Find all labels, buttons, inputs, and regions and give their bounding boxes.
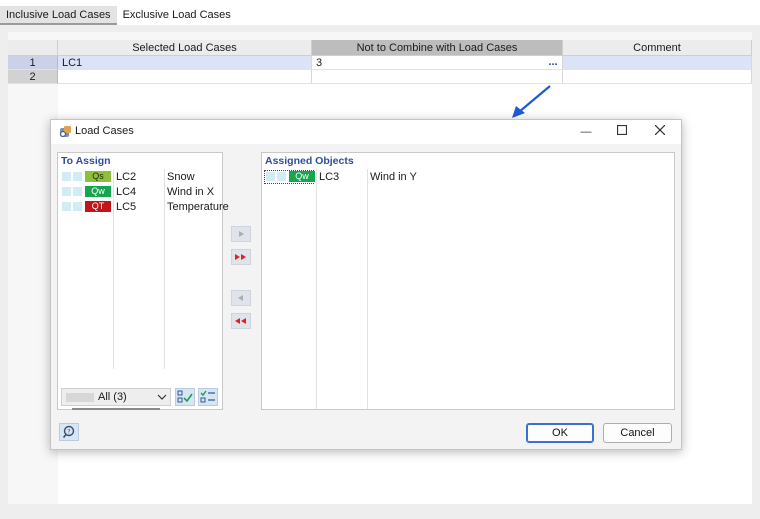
load-cases-dialog: Load Cases — To Assign Qs LC2 Snow Qw LC…	[50, 119, 682, 450]
tab-inclusive-load-cases[interactable]: Inclusive Load Cases	[0, 6, 117, 25]
list-item[interactable]: Qw LC4 Wind in X	[58, 185, 222, 199]
double-arrow-left-icon	[235, 318, 246, 324]
column-comment[interactable]: Comment	[563, 40, 752, 56]
filter-swatch	[66, 393, 94, 402]
assigned-objects-title: Assigned Objects	[265, 155, 354, 167]
cancel-button[interactable]: Cancel	[603, 423, 672, 443]
remove-selected-button[interactable]	[231, 290, 251, 306]
select-toggle-button[interactable]	[198, 388, 218, 406]
ellipsis-button[interactable]: ...	[546, 57, 560, 69]
column-not-to-combine[interactable]: Not to Combine with Load Cases	[312, 40, 563, 56]
minimize-icon[interactable]: —	[577, 123, 595, 141]
load-case-name: Wind in X	[167, 186, 215, 198]
load-type-badge: Qw	[85, 186, 111, 197]
load-case-name: Wind in Y	[370, 171, 417, 183]
to-assign-panel: To Assign Qs LC2 Snow Qw LC4 Wind in X Q…	[57, 152, 229, 410]
load-type-badge: Qs	[85, 171, 111, 182]
load-case-code: LC5	[116, 201, 137, 213]
column-divider	[164, 169, 165, 369]
column-divider	[113, 169, 114, 369]
column-divider	[316, 169, 317, 409]
color-swatch	[73, 202, 82, 211]
cell-not-to-combine[interactable]: 3 ...	[312, 56, 563, 70]
chevron-down-icon	[157, 394, 167, 400]
cell-not-to-combine-value: 3	[316, 57, 323, 69]
load-case-name: Snow	[167, 171, 195, 183]
color-swatch	[62, 187, 71, 196]
load-cases-app-icon	[60, 126, 71, 137]
arrow-right-icon	[239, 231, 244, 237]
ok-button[interactable]: OK	[526, 423, 594, 443]
check-list-icon	[200, 390, 215, 403]
horizontal-scrollbar[interactable]	[72, 408, 160, 410]
filter-selected-value: All (3)	[98, 391, 127, 403]
help-search-icon: ?	[62, 425, 75, 439]
filter-select[interactable]: All (3)	[61, 388, 171, 406]
dialog-title-bar: Load Cases —	[51, 120, 681, 144]
load-type-badge: QT	[85, 201, 111, 212]
assigned-objects-panel: Assigned Objects Qw LC3 Wind in Y	[261, 152, 675, 410]
load-type-badge: Qw	[289, 171, 315, 182]
color-swatch	[277, 172, 286, 181]
table-row[interactable]: 1 LC1 3 ...	[8, 56, 752, 70]
svg-text:?: ?	[67, 428, 70, 436]
cell-selected-load-case[interactable]: LC1	[58, 56, 312, 70]
help-button[interactable]: ?	[59, 423, 79, 441]
callout-arrow-icon	[512, 85, 551, 118]
select-all-button[interactable]	[175, 388, 195, 406]
grid-header: Selected Load Cases Not to Combine with …	[8, 40, 752, 56]
column-divider	[367, 169, 368, 409]
load-case-code: LC3	[319, 171, 340, 183]
column-selected-load-cases[interactable]: Selected Load Cases	[58, 40, 312, 56]
color-swatch	[73, 172, 82, 181]
color-swatch	[62, 172, 71, 181]
close-icon[interactable]	[651, 123, 669, 141]
cell-comment[interactable]	[563, 56, 752, 70]
table-row[interactable]: 2	[8, 70, 752, 84]
load-case-code: LC2	[116, 171, 137, 183]
tab-bar: Inclusive Load Cases Exclusive Load Case…	[0, 6, 237, 25]
to-assign-title: To Assign	[61, 155, 111, 167]
double-arrow-right-icon	[235, 254, 246, 260]
remove-all-button[interactable]	[231, 313, 251, 329]
cell-comment[interactable]	[563, 70, 752, 84]
assign-all-button[interactable]	[231, 249, 251, 265]
list-item[interactable]: Qw LC3 Wind in Y	[262, 170, 674, 184]
list-item[interactable]: Qs LC2 Snow	[58, 170, 222, 184]
arrow-left-icon	[238, 295, 243, 301]
list-item[interactable]: QT LC5 Temperature	[58, 200, 229, 214]
maximize-icon[interactable]	[613, 123, 631, 141]
load-case-name: Temperature	[167, 201, 229, 213]
color-swatch	[266, 172, 275, 181]
assign-selected-button[interactable]	[231, 226, 251, 242]
load-case-code: LC4	[116, 186, 137, 198]
check-all-icon	[177, 390, 193, 403]
cell-selected-load-case[interactable]	[58, 70, 312, 84]
tab-exclusive-load-cases[interactable]: Exclusive Load Cases	[116, 6, 237, 25]
dialog-title: Load Cases	[75, 125, 134, 137]
row-number: 2	[8, 70, 58, 84]
row-number-header	[8, 40, 58, 56]
row-number: 1	[8, 56, 58, 70]
color-swatch	[73, 187, 82, 196]
color-swatch	[62, 202, 71, 211]
